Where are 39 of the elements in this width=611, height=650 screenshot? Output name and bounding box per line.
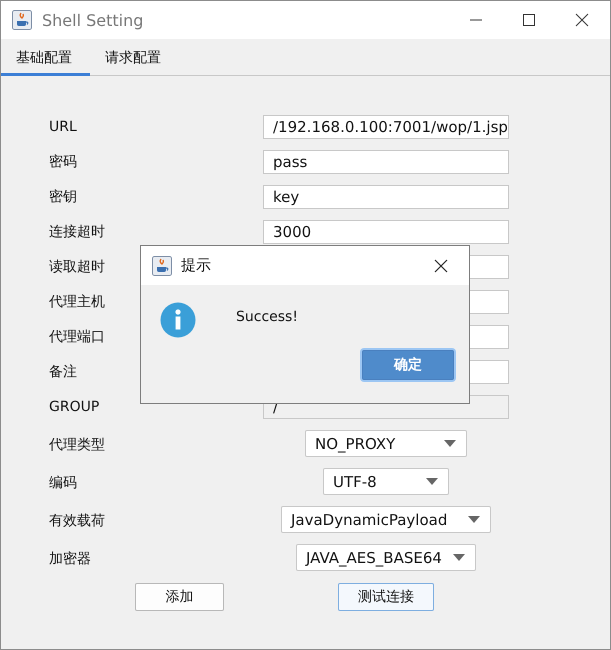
input-field[interactable]: key [263,185,509,209]
field-label: 编码 [49,474,77,492]
field-label: 代理端口 [49,328,105,346]
info-icon [160,302,196,338]
field-label: 代理主机 [49,293,105,311]
caret-icon [453,554,465,561]
field-label: URL [49,119,77,135]
caret-icon [468,516,480,523]
ok-button[interactable]: 确定 [362,350,454,380]
field-label: 密钥 [49,188,77,206]
input-field[interactable]: /192.168.0.100:7001/wop/1.jsp [263,115,509,139]
field-label: 备注 [49,363,77,381]
coffee-cup-icon [12,10,32,30]
input-field[interactable]: 3000 [263,220,509,244]
dropdown[interactable]: JavaDynamicPayload [281,506,491,533]
coffee-cup-icon [152,256,172,276]
input-field[interactable]: pass [263,150,509,174]
close-icon[interactable] [575,13,589,27]
field-label: 连接超时 [49,223,105,241]
close-icon[interactable] [434,258,448,272]
tab[interactable]: 请求配置 [90,41,176,76]
window-title: Shell Setting [42,10,144,30]
maximize-icon[interactable] [522,13,536,27]
field-label: 密码 [49,153,77,171]
field-label: GROUP [49,399,100,415]
message-text: Success! [236,309,298,325]
field-label: 加密器 [49,550,91,568]
button[interactable]: 测试连接 [338,583,434,611]
dropdown[interactable]: NO_PROXY [305,430,467,457]
button[interactable]: 添加 [135,583,224,611]
caret-icon [426,478,438,485]
field-label: 代理类型 [49,436,105,454]
dialog-title: 提示 [181,256,211,275]
field-label: 读取超时 [49,258,105,276]
caret-icon [444,440,456,447]
dropdown[interactable]: JAVA_AES_BASE64 [296,544,476,571]
dropdown[interactable]: UTF-8 [323,468,449,495]
field-label: 有效载荷 [49,512,105,530]
tab[interactable]: 基础配置 [1,41,90,76]
